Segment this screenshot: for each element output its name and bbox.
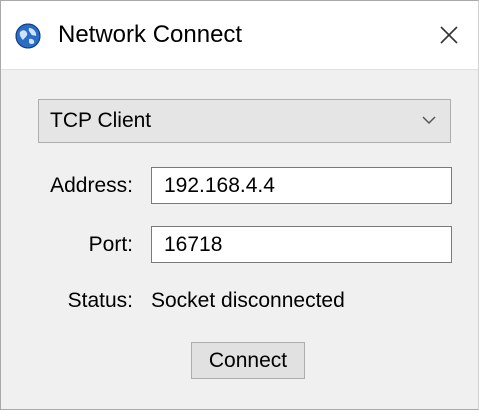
port-label: Port: [88,233,133,256]
network-connect-window: Network Connect TCP Client Address: 192.… [0,0,479,410]
address-value: 192.168.4.4 [164,174,275,197]
port-value: 16718 [164,233,223,256]
close-icon [440,26,458,44]
chevron-down-icon [422,116,436,125]
status-value: Socket disconnected [151,289,345,312]
address-field[interactable]: 192.168.4.4 [151,167,452,204]
connect-button[interactable]: Connect [191,342,305,379]
port-field[interactable]: 16718 [151,226,452,263]
close-button[interactable] [420,1,478,69]
network-globe-icon [15,23,41,49]
status-label: Status: [67,289,133,312]
address-label: Address: [50,174,133,197]
window-title: Network Connect [58,21,243,48]
title-bar[interactable]: Network Connect [1,1,478,70]
connection-type-value: TCP Client [50,109,152,132]
dialog-body: TCP Client Address: 192.168.4.4 Port: 16… [1,70,478,409]
connection-type-dropdown[interactable]: TCP Client [38,99,451,143]
